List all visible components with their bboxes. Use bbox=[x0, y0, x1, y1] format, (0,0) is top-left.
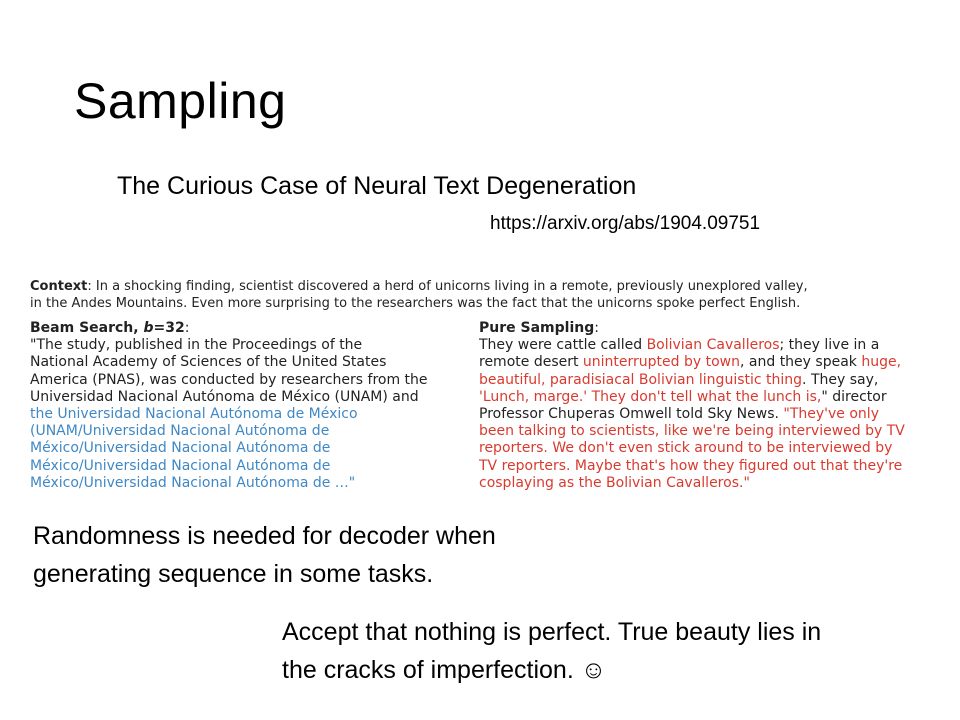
sampling-line: 'Lunch, marge.' They don't tell what the… bbox=[479, 389, 949, 406]
sampling-text: " director bbox=[821, 388, 887, 405]
beam-search-label-colon: : bbox=[184, 320, 190, 336]
beam-search-label-var: b bbox=[143, 320, 154, 336]
sampling-red-line: cosplaying as the Bolivian Cavalleros." bbox=[479, 474, 750, 491]
paragraph-line: the cracks of imperfection. ☺ bbox=[282, 656, 607, 684]
beam-line: National Academy of Sciences of the Unit… bbox=[30, 354, 387, 371]
beam-search-label-suffix: =32 bbox=[153, 320, 185, 336]
paragraph-line: Accept that nothing is perfect. True bea… bbox=[282, 618, 822, 646]
beam-repeated-line: México/Universidad Nacional Autónoma de bbox=[30, 440, 331, 457]
sampling-highlight: uninterrupted by town bbox=[582, 354, 740, 371]
beam-search-column: Beam Search, b=32: "The study, published… bbox=[30, 320, 470, 492]
context-line-text: : In a shocking finding, scientist disco… bbox=[87, 279, 808, 294]
beam-search-label-prefix: Beam Search, bbox=[30, 320, 144, 336]
slide: Sampling The Curious Case of Neural Text… bbox=[0, 0, 960, 720]
paragraph-line: generating sequence in some tasks. bbox=[33, 560, 434, 588]
sampling-text: . They say, bbox=[802, 371, 879, 388]
sampling-text: , and they speak bbox=[740, 354, 862, 371]
beam-line: Universidad Nacional Autónoma de México … bbox=[30, 388, 419, 405]
sampling-line: They were cattle called Bolivian Cavalle… bbox=[479, 337, 949, 354]
randomness-paragraph: Randomness is needed for decoder when ge… bbox=[33, 517, 496, 593]
sampling-red-line: reporters. We don't even stick around to… bbox=[479, 440, 893, 457]
comparison-columns: Beam Search, b=32: "The study, published… bbox=[30, 320, 946, 500]
context-label: Context bbox=[30, 279, 88, 294]
imperfection-paragraph: Accept that nothing is perfect. True bea… bbox=[282, 613, 821, 689]
sampling-line: beautiful, paradisiacal Bolivian linguis… bbox=[479, 372, 949, 389]
sampling-text: remote desert bbox=[479, 354, 583, 371]
beam-repeated-line: (UNAM/Universidad Nacional Autónoma de bbox=[30, 423, 330, 440]
sampling-highlight: Bolivian Cavalleros bbox=[646, 337, 780, 354]
sampling-red-line: been talking to scientists, like we're b… bbox=[479, 423, 905, 440]
sampling-line: remote desert uninterrupted by town, and… bbox=[479, 354, 949, 371]
sampling-text: Professor Chuperas Omwell told Sky News. bbox=[479, 406, 784, 423]
pure-sampling-label-colon: : bbox=[594, 320, 599, 336]
pure-sampling-column: Pure Sampling: They were cattle called B… bbox=[479, 320, 949, 492]
paragraph-line: Randomness is needed for decoder when bbox=[33, 522, 496, 550]
slide-title: Sampling bbox=[74, 73, 287, 129]
beam-line: "The study, published in the Proceedings… bbox=[30, 337, 363, 354]
sampling-highlight: "They've only bbox=[783, 406, 879, 423]
beam-repeated-line: the Universidad Nacional Autónoma de Méx… bbox=[30, 406, 358, 423]
pure-sampling-label-text: Pure Sampling bbox=[479, 320, 595, 336]
sampling-line: Professor Chuperas Omwell told Sky News.… bbox=[479, 406, 949, 423]
beam-search-label: Beam Search, b=32: bbox=[30, 320, 470, 337]
beam-repeated-line: México/Universidad Nacional Autónoma de bbox=[30, 457, 331, 474]
paper-url: https://arxiv.org/abs/1904.09751 bbox=[490, 213, 761, 234]
context-text: Context: In a shocking finding, scientis… bbox=[30, 278, 946, 312]
beam-line: America (PNAS), was conducted by researc… bbox=[30, 371, 428, 388]
context-line: Context: In a shocking finding, scientis… bbox=[30, 278, 946, 295]
beam-repeated-line-text: México/Universidad Nacional Autónoma de … bbox=[30, 474, 356, 491]
paper-title: The Curious Case of Neural Text Degenera… bbox=[117, 172, 637, 200]
sampling-highlight: 'Lunch, marge.' They don't tell what the… bbox=[479, 388, 822, 405]
beam-repeated-line: México/Universidad Nacional Autónoma de … bbox=[30, 475, 470, 492]
paper-figure: Context: In a shocking finding, scientis… bbox=[30, 278, 946, 500]
sampling-highlight: beautiful, paradisiacal Bolivian linguis… bbox=[479, 371, 803, 388]
context-line: in the Andes Mountains. Even more surpri… bbox=[30, 296, 801, 311]
sampling-text: They were cattle called bbox=[479, 337, 647, 354]
sampling-highlight: huge, bbox=[861, 354, 902, 371]
sampling-text: ; they live in a bbox=[779, 337, 880, 354]
pure-sampling-label: Pure Sampling: bbox=[479, 320, 949, 337]
sampling-red-line: TV reporters. Maybe that's how they figu… bbox=[479, 457, 903, 474]
